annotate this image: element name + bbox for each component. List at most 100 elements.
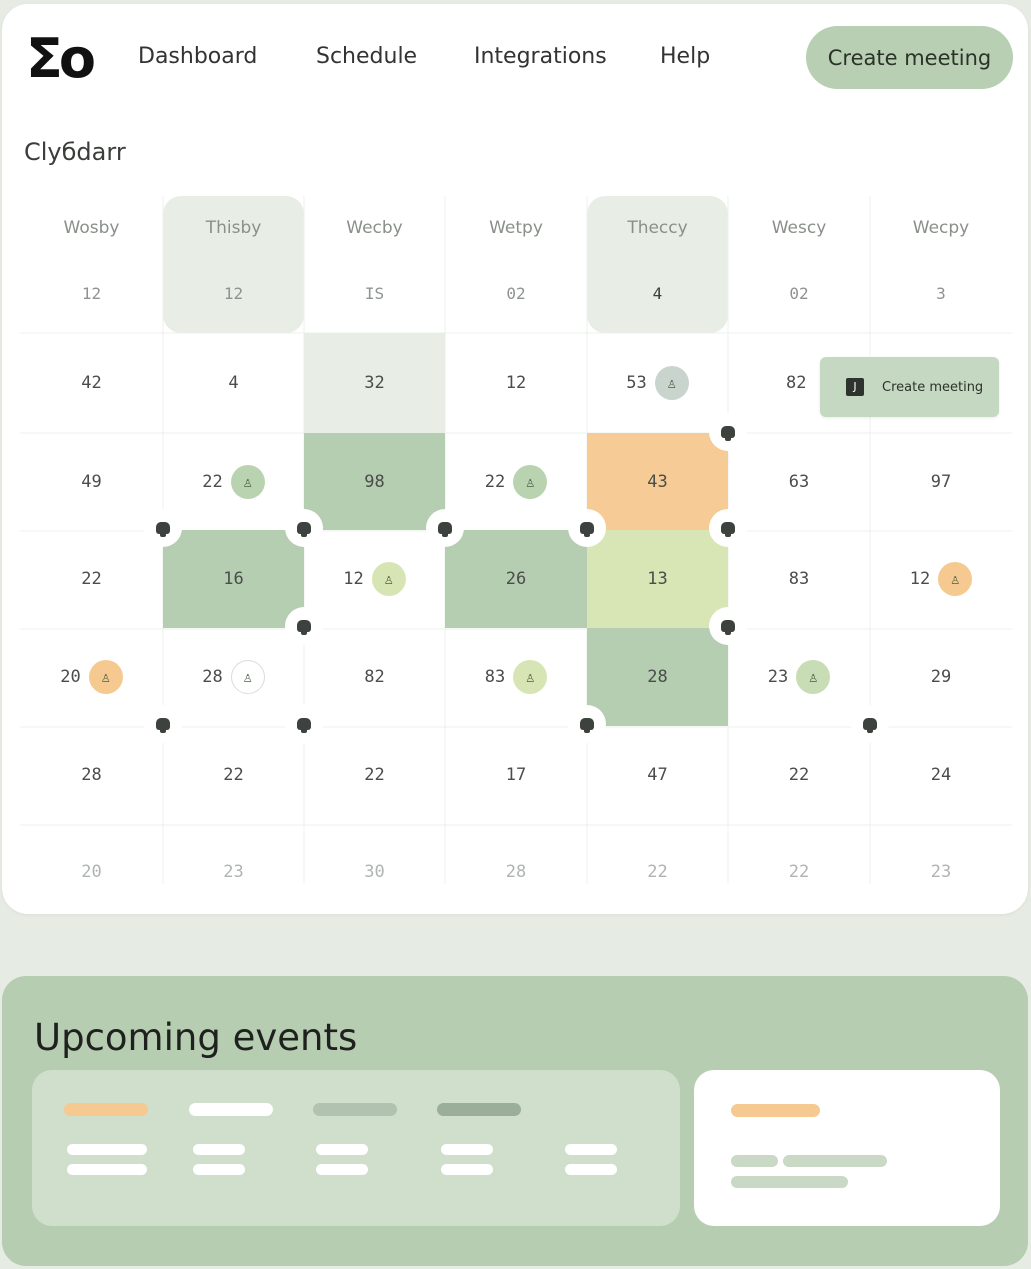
create-meeting-button[interactable]: Create meeting	[806, 26, 1013, 89]
day-cell[interactable]: 63	[728, 433, 870, 530]
day-cell[interactable]: 28	[445, 824, 587, 920]
nav-dashboard[interactable]: Dashboard	[138, 44, 257, 70]
day-number: 28	[505, 862, 527, 882]
day-cell[interactable]: 17	[445, 726, 587, 824]
day-cell[interactable]: 22	[20, 530, 163, 628]
day-number: 28	[202, 667, 223, 687]
day-number: 13	[647, 569, 668, 589]
day-cell[interactable]: 23	[870, 824, 1012, 920]
day-number: 53	[626, 373, 647, 393]
event-placeholder-bar	[313, 1103, 397, 1116]
day-number: 20	[60, 667, 81, 687]
day-cell[interactable]: 47	[587, 726, 728, 824]
connector-icon[interactable]	[287, 707, 321, 741]
header-highlight-today	[587, 196, 728, 333]
event-placeholder-line	[67, 1164, 147, 1175]
connector-icon[interactable]	[570, 707, 604, 741]
day-cell[interactable]: 42	[20, 333, 163, 433]
connector-icon[interactable]	[853, 707, 887, 741]
day-number: 16	[223, 569, 244, 589]
attendee-icon[interactable]: ♙	[654, 366, 689, 400]
connector-icon[interactable]	[570, 511, 604, 545]
day-number: 12	[505, 373, 527, 393]
day-cell[interactable]: 4	[163, 333, 304, 433]
event-placeholder-line	[441, 1164, 493, 1175]
event-placeholder-line	[316, 1164, 368, 1175]
day-number: 4	[228, 373, 239, 393]
day-cell[interactable]: 43	[587, 433, 728, 530]
day-cell[interactable]: 12 ♙	[870, 530, 1012, 628]
event-placeholder-line	[316, 1144, 368, 1155]
attendee-icon[interactable]: ♙	[796, 660, 831, 694]
nav-integrations[interactable]: Integrations	[474, 44, 607, 70]
connector-icon[interactable]	[711, 511, 745, 545]
event-placeholder-bar	[64, 1103, 148, 1116]
day-cell[interactable]: 83 ♙	[445, 628, 587, 726]
connector-icon[interactable]	[711, 609, 745, 643]
create-meeting-tooltip-button[interactable]: J Create meeting	[820, 357, 999, 417]
connector-icon[interactable]	[146, 511, 180, 545]
day-cell[interactable]: 83	[728, 530, 870, 628]
day-cell[interactable]: 12	[445, 333, 587, 433]
nav-help[interactable]: Help	[660, 44, 710, 70]
day-cell[interactable]: 22	[728, 726, 870, 824]
day-cell[interactable]: 22 ♙	[445, 433, 587, 530]
day-cell[interactable]: 22	[728, 824, 870, 920]
day-cell[interactable]: 97	[870, 433, 1012, 530]
day-cell[interactable]: 22	[163, 726, 304, 824]
app-logo[interactable]: Σo	[26, 32, 96, 86]
attendee-icon[interactable]: ♙	[230, 464, 265, 499]
day-cell[interactable]: 13	[587, 530, 728, 628]
attendee-icon[interactable]: ♙	[371, 562, 406, 596]
attendee-icon[interactable]: ♙	[513, 464, 548, 499]
day-header-7: Wecpy	[912, 218, 970, 238]
day-number: 28	[647, 667, 668, 687]
day-number: 49	[81, 471, 102, 492]
day-cell[interactable]: 16	[163, 530, 304, 628]
day-cell[interactable]: 98	[304, 433, 445, 530]
day-cell[interactable]: 49	[20, 433, 163, 530]
day-cell[interactable]: 30	[304, 824, 445, 920]
day-cell[interactable]: 20 ♙	[20, 628, 163, 726]
connector-icon[interactable]	[287, 511, 321, 545]
nav-schedule[interactable]: Schedule	[316, 44, 417, 70]
day-cell[interactable]: 23	[163, 824, 304, 920]
day-cell[interactable]: 23 ♙	[728, 628, 870, 726]
attendee-icon[interactable]: ♙	[938, 562, 973, 596]
upcoming-event-detail-card[interactable]	[694, 1070, 1000, 1226]
day-number: 22	[364, 765, 385, 785]
connector-icon[interactable]	[287, 609, 321, 643]
day-cell[interactable]: 28 ♙	[163, 628, 304, 726]
day-header-date-6: 02	[789, 284, 809, 303]
day-header-date-1: 12	[81, 284, 102, 303]
day-number: 17	[505, 765, 527, 785]
day-header-6: Wescy	[771, 218, 827, 238]
day-cell[interactable]: 82	[304, 628, 445, 726]
connector-icon[interactable]	[146, 707, 180, 741]
attendee-icon[interactable]: ♙	[88, 660, 123, 694]
day-cell[interactable]: 28	[587, 628, 728, 726]
day-number: 22	[788, 765, 810, 785]
day-number: 26	[505, 569, 527, 589]
attendee-icon[interactable]: ♙	[513, 660, 548, 694]
connector-icon[interactable]	[711, 415, 745, 449]
day-cell[interactable]: 20	[20, 824, 163, 920]
day-number: 29	[930, 667, 952, 687]
day-cell[interactable]: 29	[870, 628, 1012, 726]
calendar-plus-icon: J	[846, 378, 864, 396]
day-cell[interactable]: 24	[870, 726, 1012, 824]
day-cell[interactable]: 22 ♙	[163, 433, 304, 530]
day-cell[interactable]: 32	[304, 333, 445, 433]
day-cell[interactable]: 22	[304, 726, 445, 824]
event-placeholder-line	[783, 1155, 887, 1167]
day-cell[interactable]: 28	[20, 726, 163, 824]
attendee-icon[interactable]: ♙	[230, 660, 265, 694]
day-number: 98	[364, 471, 385, 492]
connector-icon[interactable]	[428, 511, 462, 545]
day-cell[interactable]: 22	[587, 824, 728, 920]
day-cell[interactable]: 53 ♙	[587, 333, 728, 433]
day-cell[interactable]: 12 ♙	[304, 530, 445, 628]
day-header-date-7: 3	[936, 284, 946, 303]
event-placeholder-line	[193, 1144, 245, 1155]
day-cell[interactable]: 26	[445, 530, 587, 628]
